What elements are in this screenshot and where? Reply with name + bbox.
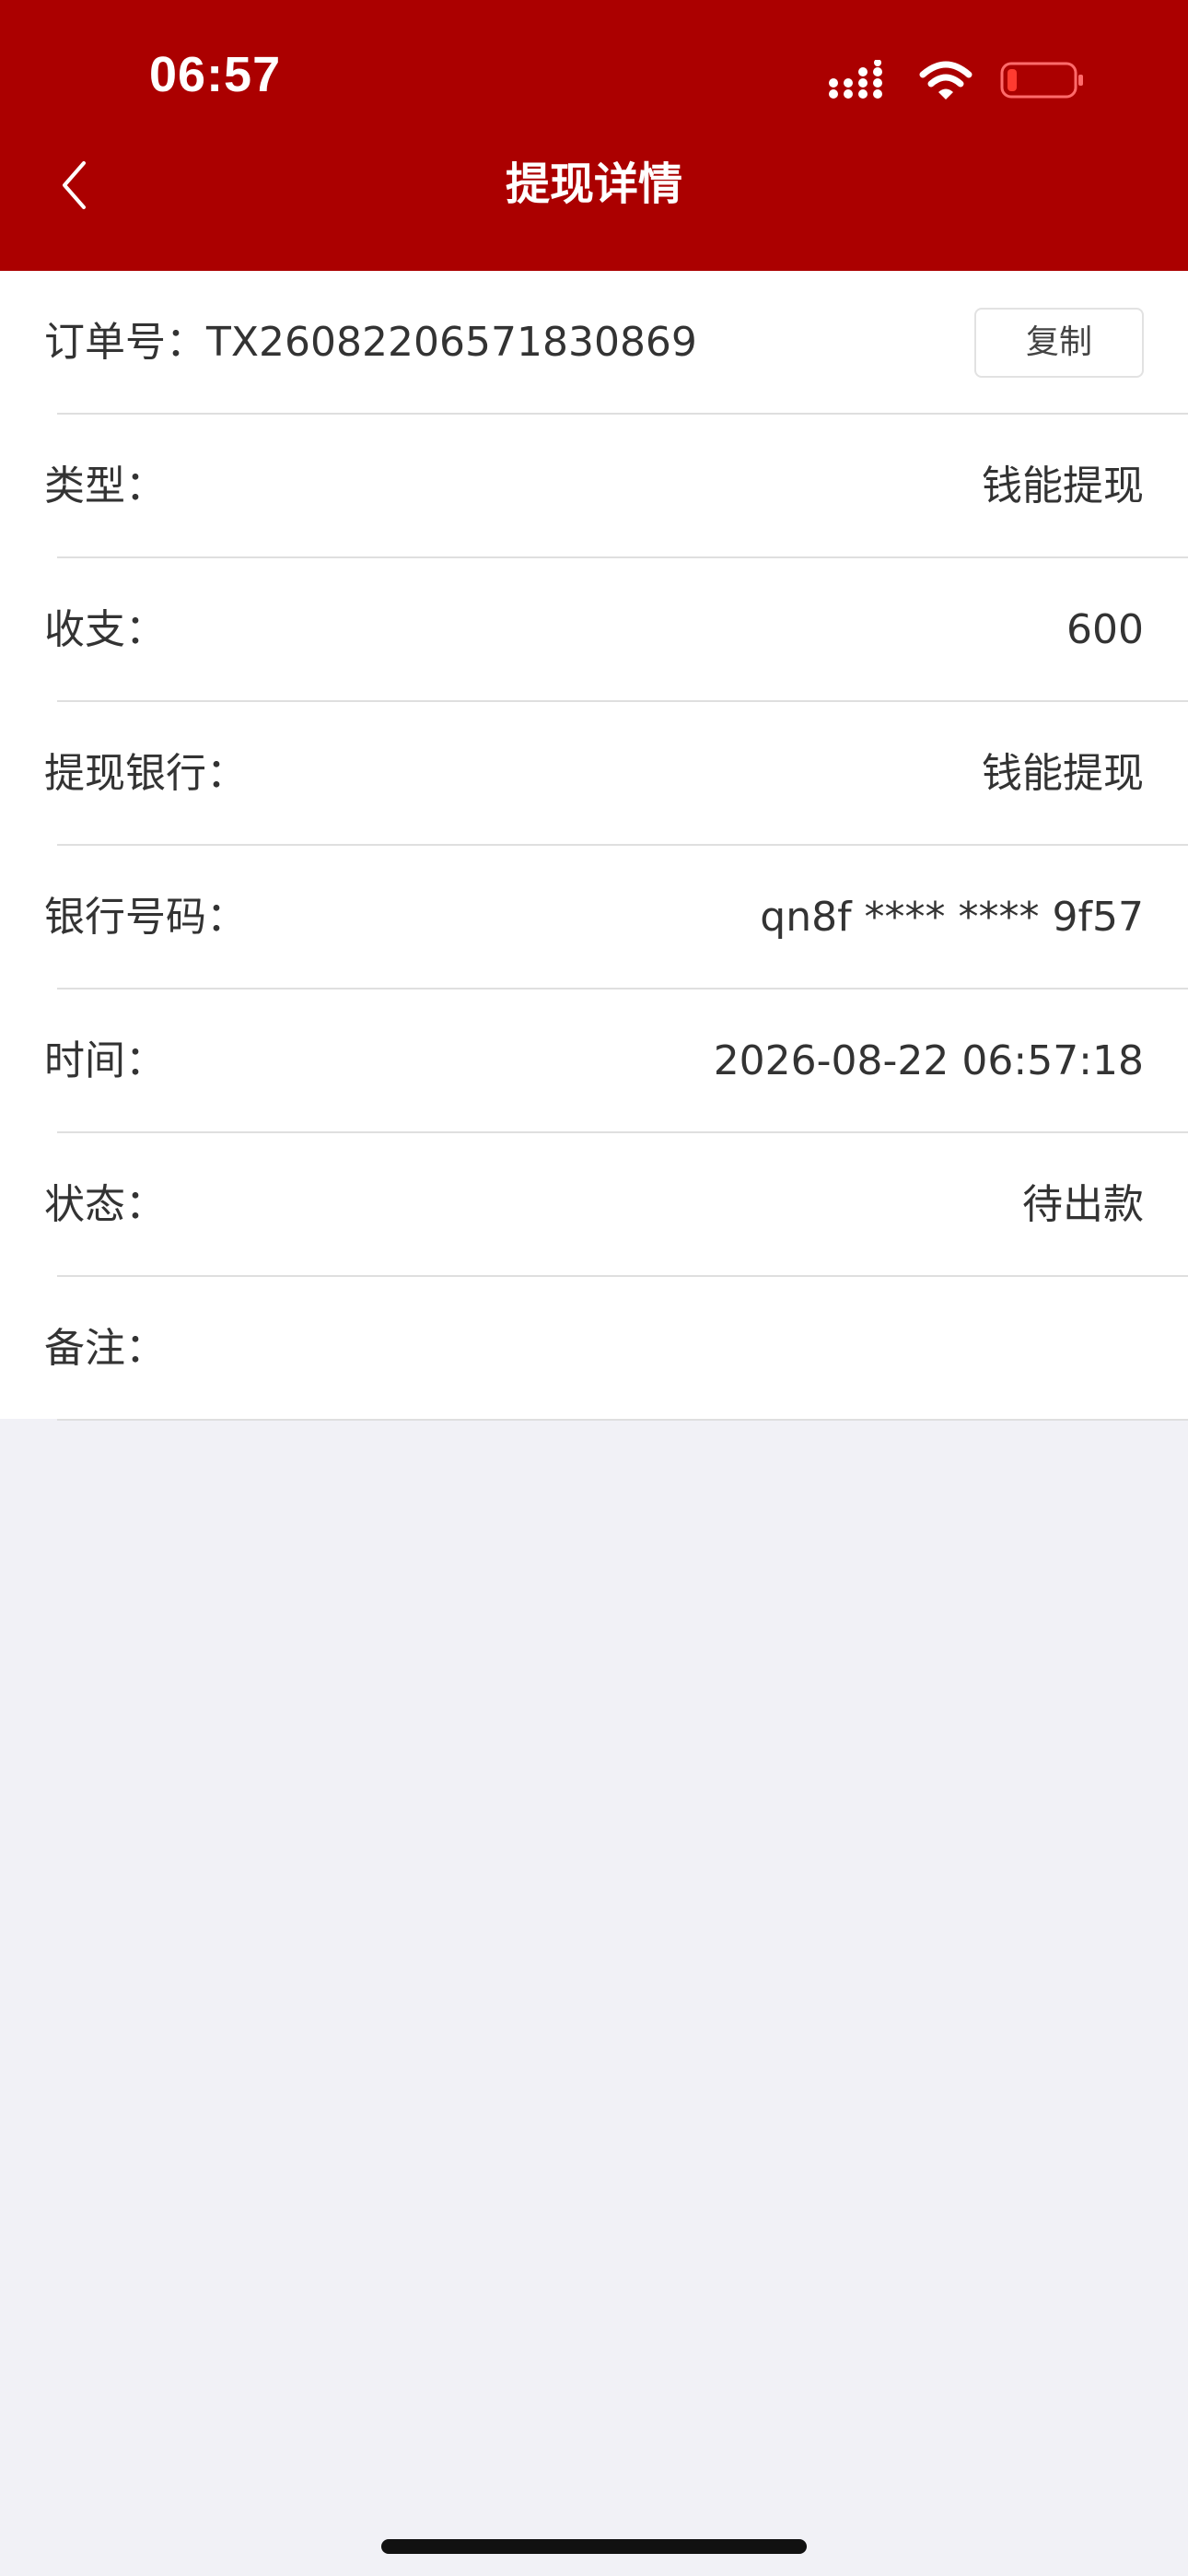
battery-icon (1000, 62, 1083, 99)
type-label: 类型： (44, 463, 166, 509)
detail-row-account-number: 银行号码： qn8f **** **** 9f57 (0, 846, 1188, 989)
app-header: 06:57 提现详情 (0, 0, 1188, 271)
status-time: 06:57 (149, 47, 282, 102)
status-value: 待出款 (1022, 1181, 1144, 1228)
bank-value: 钱能提现 (982, 750, 1144, 797)
wifi-icon (919, 61, 973, 100)
status-icons (827, 57, 1085, 103)
order-number-label: 订单号： (44, 319, 206, 366)
amount-label: 收支： (44, 606, 166, 653)
withdrawal-detail-list: 订单号：TX26082206571830869 复制 类型： 钱能提现 收支： … (0, 271, 1188, 1421)
remark-label: 备注： (44, 1325, 166, 1372)
order-number-text: 订单号：TX26082206571830869 (44, 271, 697, 415)
bank-label: 提现银行： (44, 750, 247, 797)
order-number-value: TX26082206571830869 (206, 319, 697, 366)
home-indicator[interactable] (381, 2539, 807, 2554)
account-number-label: 银行号码： (44, 894, 247, 941)
time-value: 2026-08-22 06:57:18 (713, 1037, 1144, 1084)
copy-button[interactable]: 复制 (974, 308, 1144, 378)
detail-row-bank: 提现银行： 钱能提现 (0, 702, 1188, 846)
account-number-value: qn8f **** **** 9f57 (760, 894, 1144, 941)
type-value: 钱能提现 (982, 463, 1144, 509)
order-number-row: 订单号：TX26082206571830869 复制 (0, 271, 1188, 415)
detail-row-type: 类型： 钱能提现 (0, 415, 1188, 558)
detail-row-time: 时间： 2026-08-22 06:57:18 (0, 989, 1188, 1133)
signal-icon (829, 60, 882, 99)
detail-row-remark: 备注： (0, 1277, 1188, 1421)
status-label: 状态： (44, 1181, 166, 1228)
page-title: 提现详情 (505, 158, 682, 210)
detail-row-amount: 收支： 600 (0, 558, 1188, 702)
amount-value: 600 (1066, 606, 1144, 653)
time-label: 时间： (44, 1037, 166, 1084)
detail-row-status: 状态： 待出款 (0, 1133, 1188, 1277)
